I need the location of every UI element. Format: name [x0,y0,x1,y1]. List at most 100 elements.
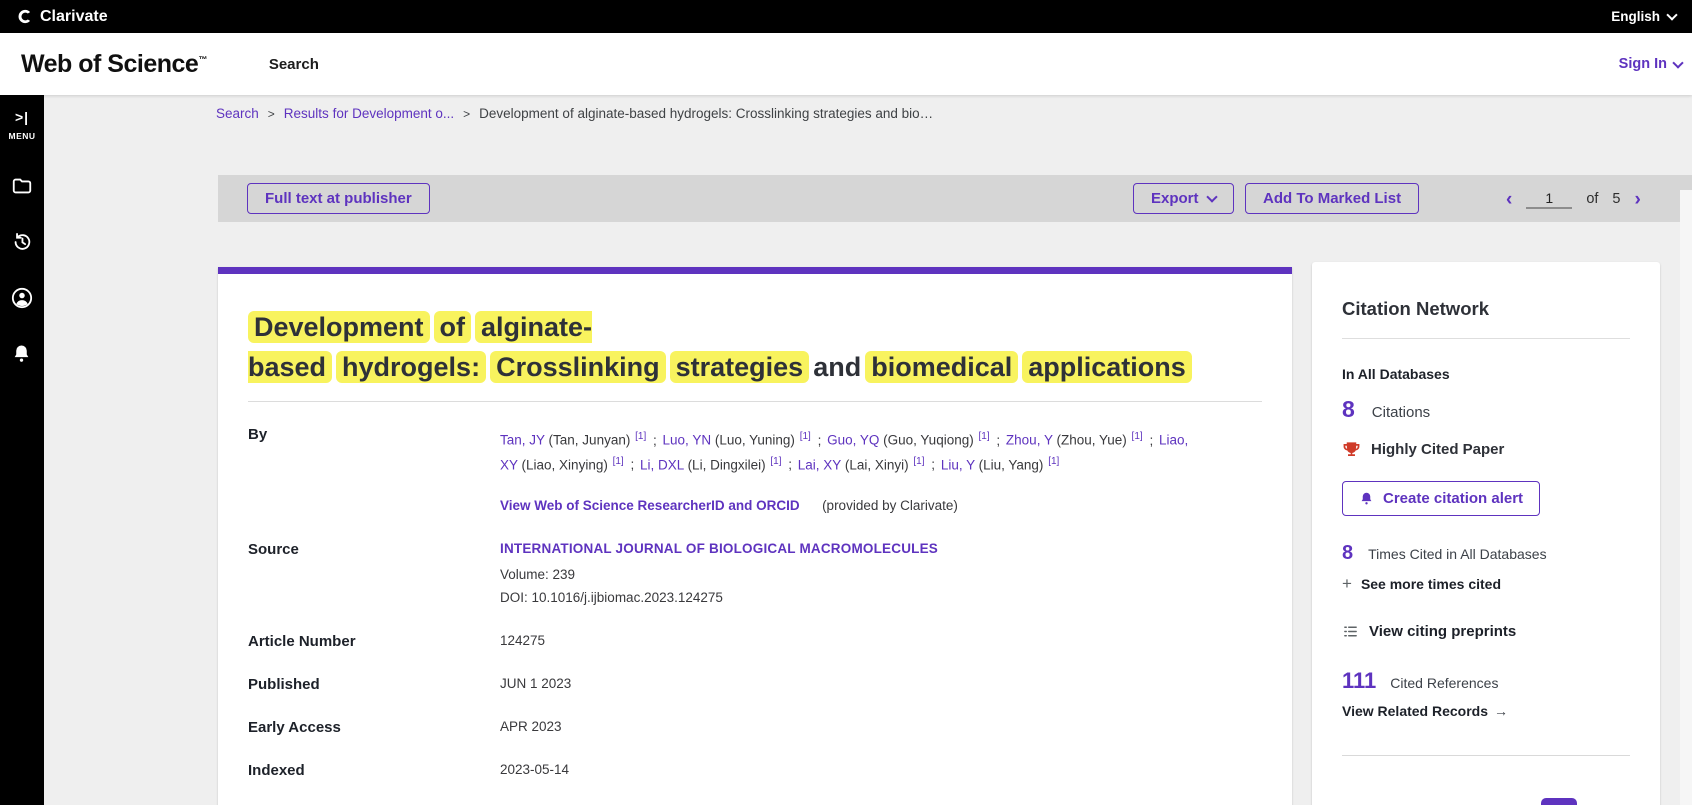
pagination-total: 5 [1612,191,1620,207]
sign-in-button[interactable]: Sign In [1619,56,1682,72]
doi-value: DOI: 10.1016/j.ijbiomac.2023.124275 [500,590,1262,605]
times-cited-row: 8 Times Cited in All Databases [1342,542,1630,565]
trophy-icon [1342,440,1361,459]
left-sidebar: >| MENU [0,95,44,805]
author-fullname: (Lai, Xinyi) [845,457,909,472]
title-divider [248,401,1262,402]
content-area: Search > Results for Development o... > … [44,95,1692,805]
author-list: Tan, JY (Tan, Junyan) [1] ; Luo, YN (Luo… [500,426,1190,475]
chevron-down-icon [1666,9,1677,20]
researcher-profile-icon[interactable] [11,287,33,309]
see-more-times-cited-link[interactable]: + See more times cited [1342,574,1630,594]
author-separator: ; [653,433,657,448]
trademark-symbol: ™ [198,54,207,64]
bell-icon [1359,491,1374,506]
view-related-records-link[interactable]: View Related Records→ [1342,703,1630,719]
affiliation-sup[interactable]: [1] [1132,431,1143,442]
author-fullname: (Tan, Junyan) [549,433,631,448]
field-row: Indexed 2023-05-14 [248,762,1262,779]
author-separator: ; [818,433,822,448]
web-of-science-logo[interactable]: Web of Science™ [21,50,207,79]
title-word: Development [248,311,430,343]
title-word: and [813,352,861,382]
affiliation-sup[interactable]: [1] [770,456,781,467]
researcher-id-line: View Web of Science ResearcherID and ORC… [500,497,1262,515]
title-word: Crosslinking [490,351,666,383]
clarivate-logo-icon [16,8,33,25]
field-row: Published JUN 1 2023 [248,676,1262,693]
researcher-id-link[interactable]: View Web of Science ResearcherID and ORC… [500,498,800,513]
affiliation-sup[interactable]: [1] [613,456,624,467]
cited-references-row: 111 Cited References [1342,668,1630,694]
citations-row: 8 Citations [1342,396,1630,423]
author-link[interactable]: Guo, YQ [827,433,879,448]
breadcrumb-results[interactable]: Results for Development o... [284,106,454,121]
title-word: hydrogels: [336,351,486,383]
arrow-right-icon: → [1494,703,1508,719]
author-link[interactable]: Lai, XY [798,457,841,472]
author-separator: ; [1149,433,1153,448]
field-value: 2023-05-14 [500,762,1262,777]
affiliation-sup[interactable]: [1] [1048,456,1059,467]
author-link[interactable]: Tan, JY [500,433,545,448]
author-fullname: (Liu, Yang) [979,457,1044,472]
view-citing-preprints-label: View citing preprints [1369,623,1516,640]
affiliation-sup[interactable]: [1] [979,431,990,442]
top-bar: Clarivate English [0,0,1692,33]
clarivate-logo[interactable]: Clarivate [16,8,108,26]
author-link[interactable]: Luo, YN [663,433,712,448]
record-pagination: ‹ of 5 › [1506,185,1641,213]
panel-divider [1342,338,1630,339]
page-number-input[interactable] [1526,189,1572,209]
language-selector[interactable]: English [1611,9,1676,24]
source-row: Source INTERNATIONAL JOURNAL OF BIOLOGIC… [248,541,1262,605]
pagination-of-label: of [1586,191,1598,207]
author-fullname: (Zhou, Yue) [1056,433,1126,448]
author-fullname: (Liao, Xinying) [522,457,608,472]
search-history-icon[interactable] [11,231,33,253]
title-word: biomedical [865,351,1018,383]
breadcrumb-current: Development of alginate-based hydrogels:… [479,106,933,121]
marked-list-folder-icon[interactable] [11,175,33,197]
author-separator: ; [788,457,792,472]
author-separator: ; [630,457,634,472]
affiliation-sup[interactable]: [1] [635,431,646,442]
author-link[interactable]: Li, DXL [640,457,684,472]
affiliation-sup[interactable]: [1] [913,456,924,467]
title-word: strategies [670,351,810,383]
highly-cited-badge: Highly Cited Paper [1342,440,1630,459]
provided-by-label: (provided by Clarivate) [822,498,958,513]
field-label: Article Number [248,633,500,650]
times-cited-count[interactable]: 8 [1342,542,1353,565]
view-citing-preprints-link[interactable]: View citing preprints [1342,623,1630,640]
author-link[interactable]: Liu, Y [941,457,975,472]
title-word: of [434,311,471,343]
cited-references-count[interactable]: 111 [1342,668,1376,694]
times-cited-label: Times Cited in All Databases [1368,546,1546,562]
create-citation-alert-button[interactable]: Create citation alert [1342,481,1540,516]
expand-menu-icon[interactable]: >| [15,109,29,125]
previous-record-icon[interactable]: ‹ [1506,190,1512,209]
author-link[interactable]: Zhou, Y [1006,433,1053,448]
export-label: Export [1151,190,1199,207]
citation-network-title: Citation Network [1342,298,1630,320]
full-text-button[interactable]: Full text at publisher [247,183,430,214]
citations-label: Citations [1372,404,1430,421]
nav-item-search[interactable]: Search [269,56,319,73]
scrollbar-track[interactable] [1680,190,1692,805]
breadcrumb-search[interactable]: Search [216,106,259,121]
title-word: applications [1022,351,1192,383]
add-to-marked-list-button[interactable]: Add To Marked List [1245,183,1419,214]
next-record-icon[interactable]: › [1635,190,1641,209]
web-of-science-logo-text: Web of Science [21,50,198,78]
menu-label: MENU [8,131,35,141]
citations-count[interactable]: 8 [1342,396,1355,423]
floating-button-partial[interactable] [1541,798,1577,805]
alerts-bell-icon[interactable] [11,343,33,365]
export-button[interactable]: Export [1133,183,1234,214]
field-label: Published [248,676,500,693]
breadcrumb: Search > Results for Development o... > … [216,106,933,121]
affiliation-sup[interactable]: [1] [800,431,811,442]
journal-link[interactable]: INTERNATIONAL JOURNAL OF BIOLOGICAL MACR… [500,541,1262,556]
breadcrumb-separator: > [268,107,275,121]
